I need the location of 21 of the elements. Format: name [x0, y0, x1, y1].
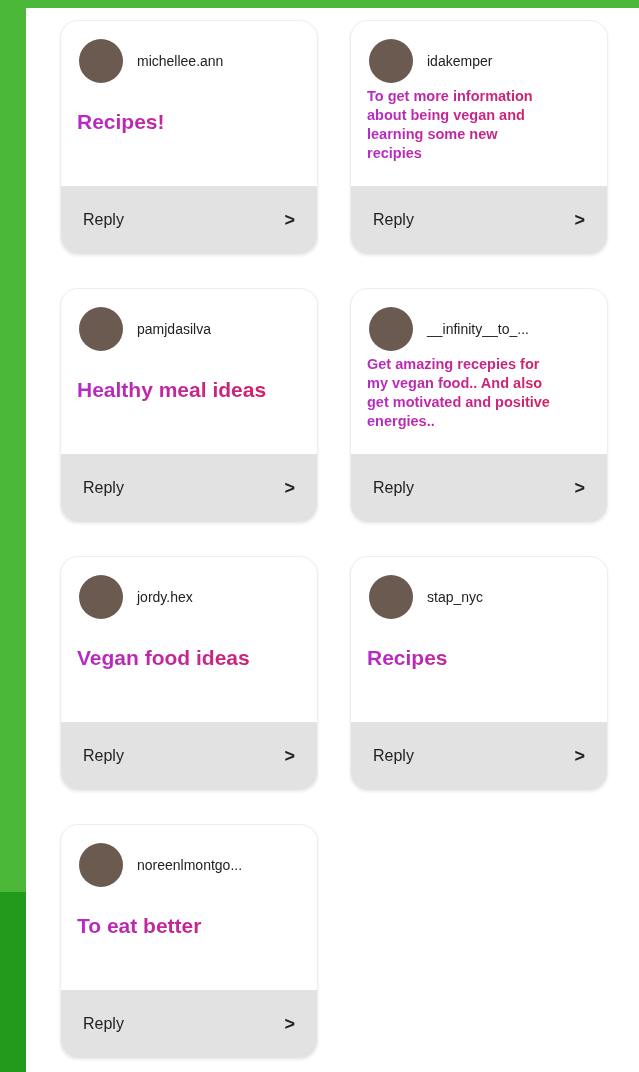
reply-button[interactable]: Reply > — [351, 454, 607, 522]
reply-button[interactable]: Reply > — [351, 186, 607, 254]
reply-button[interactable]: Reply > — [61, 186, 317, 254]
username: noreenlmontgo... — [137, 857, 243, 873]
avatar — [369, 307, 413, 351]
avatar — [369, 39, 413, 83]
avatar — [79, 307, 123, 351]
avatar — [79, 575, 123, 619]
username: michellee.ann — [137, 53, 224, 69]
reply-button[interactable]: Reply > — [61, 990, 317, 1058]
username: idakemper — [427, 53, 493, 69]
username: jordy.hex — [137, 589, 193, 605]
username: stap_nyc — [427, 589, 484, 605]
username: __infinity__to_... — [427, 321, 529, 337]
reply-button[interactable]: Reply > — [61, 722, 317, 790]
reply-button[interactable]: Reply > — [61, 454, 317, 522]
reply-button[interactable]: Reply > — [351, 722, 607, 790]
avatar — [79, 39, 123, 83]
username: pamjdasilva — [137, 321, 211, 337]
avatar — [79, 843, 123, 887]
avatar — [369, 575, 413, 619]
